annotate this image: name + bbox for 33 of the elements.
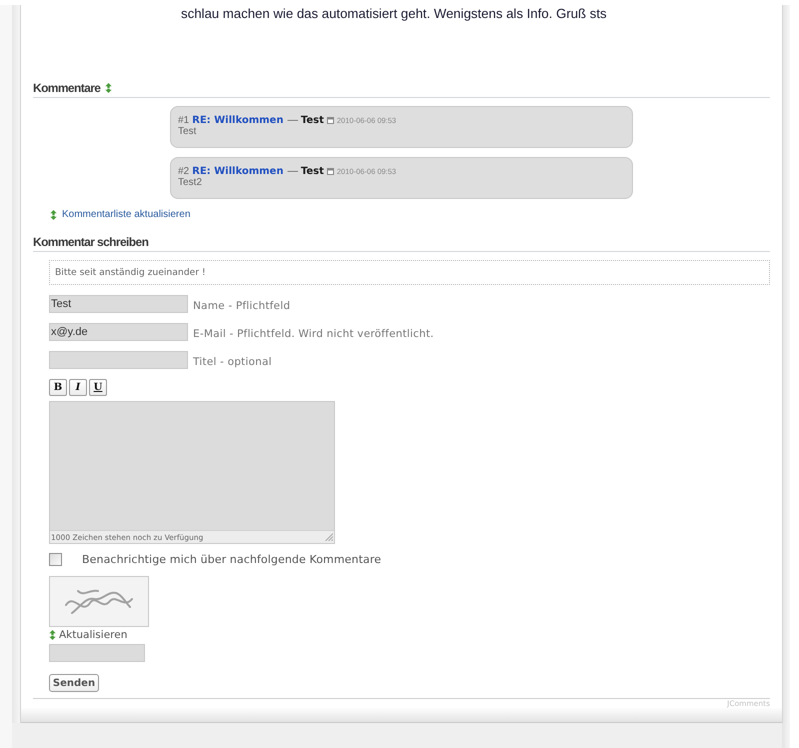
- comment-author: — Test: [287, 165, 324, 177]
- field-label: Titel - optional: [193, 355, 272, 368]
- subscribe-checkbox[interactable]: [49, 553, 62, 566]
- comment-text: Test2: [178, 177, 203, 188]
- comment-title-link[interactable]: RE: Willkommen: [192, 114, 284, 126]
- calendar-icon: [326, 116, 334, 124]
- captcha-refresh-link[interactable]: Aktualisieren: [49, 629, 128, 641]
- refresh-comments-link[interactable]: Kommentarliste aktualisieren: [50, 209, 190, 221]
- comment-number: #1: [178, 114, 190, 126]
- checkbox-label: Benachrichtige mich über nachfolgende Kommentare: [82, 553, 382, 566]
- format-button[interactable]: B: [49, 379, 67, 396]
- comment-number: #2: [178, 166, 190, 176]
- input-field[interactable]: x@y.de: [49, 323, 188, 341]
- resize-grip-icon[interactable]: [325, 533, 333, 541]
- comment-text: Test: [178, 126, 198, 137]
- post-text: schlau machen wie das automatisiert geht. Wenigstens als Info. Gruß sts: [181, 5, 608, 23]
- field-label: Name - Pflichtfeld: [193, 299, 290, 312]
- comment-author: — Test: [287, 114, 324, 126]
- input-field[interactable]: Test: [49, 295, 188, 313]
- section-heading: Kommentare: [33, 81, 100, 95]
- submit-button[interactable]: Senden: [49, 674, 99, 692]
- field-label: E-Mail - Pflichtfeld. Wird nicht veröffentlicht.: [193, 327, 434, 340]
- format-button[interactable]: I: [69, 379, 87, 396]
- refresh-icon: [50, 210, 57, 220]
- format-button[interactable]: U: [89, 379, 107, 396]
- calendar-icon: [326, 168, 334, 174]
- refresh-icon[interactable]: [105, 83, 112, 93]
- comment-title-link[interactable]: RE: Willkommen: [192, 166, 284, 176]
- refresh-icon: [49, 630, 56, 640]
- notice-text: Bitte seit anständig zueinander !: [49, 260, 770, 285]
- section-heading: Kommentar schreiben: [33, 235, 148, 249]
- input-field[interactable]: [49, 351, 188, 369]
- captcha-input[interactable]: [49, 644, 145, 662]
